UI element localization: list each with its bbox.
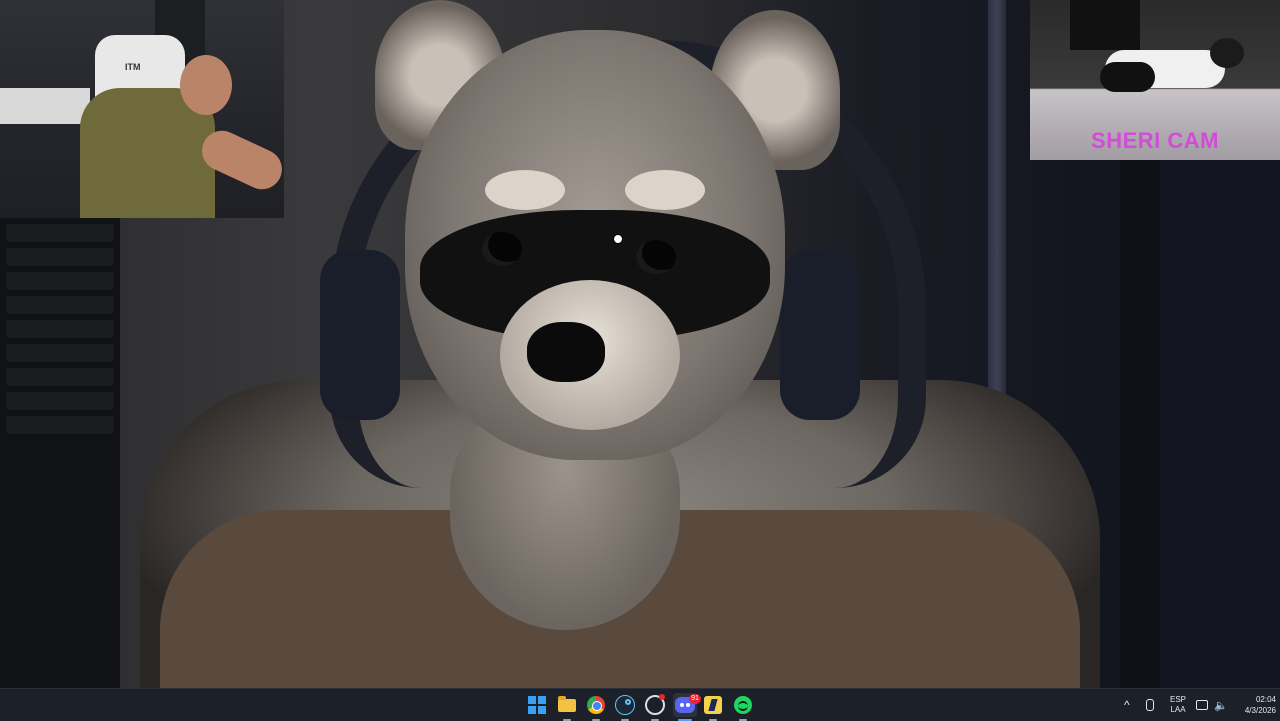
streamer-head [180, 55, 232, 115]
discord-button[interactable]: 91 [673, 693, 701, 721]
raccoon-eye-left [482, 232, 522, 266]
chrome-icon [587, 696, 605, 714]
start-button[interactable] [525, 693, 549, 717]
cat-cam: SHERI CAM [1030, 0, 1280, 160]
keyboard-layout: LAA [1170, 705, 1186, 714]
spotify-icon [734, 696, 752, 714]
network-icon [1196, 700, 1208, 710]
shelf [0, 88, 90, 124]
chrome-button[interactable] [584, 693, 608, 721]
circle-app-button[interactable] [643, 693, 667, 721]
raccoon-eye-right [636, 240, 676, 274]
steam-icon [615, 695, 635, 715]
cat-head [1210, 38, 1244, 68]
quick-settings-button[interactable]: 🔈 [1196, 689, 1228, 721]
input-language-button[interactable]: ESP LAA [1168, 695, 1188, 715]
file-explorer-button[interactable] [555, 693, 579, 721]
chevron-up-icon: ^ [1124, 698, 1130, 712]
clock-button[interactable]: 02:04 4/3/2026 [1224, 694, 1276, 716]
kick-button[interactable] [701, 693, 725, 721]
clock-time: 02:04 [1255, 695, 1276, 704]
steam-button[interactable] [613, 693, 637, 721]
microphone-button[interactable] [1146, 689, 1154, 721]
circle-app-icon [645, 694, 665, 715]
spotify-button[interactable] [731, 693, 755, 721]
dark-shape [1070, 0, 1140, 50]
raccoon-nose [527, 322, 605, 382]
cat-cam-label: SHERI CAM [1091, 128, 1219, 153]
discord-badge: 91 [689, 694, 701, 704]
folder-icon [558, 695, 576, 712]
raccoon-brow-right [625, 170, 705, 210]
raccoon-brow-left [485, 170, 565, 210]
clock-date: 4/3/2026 [1244, 706, 1276, 715]
headphone-cup-left [320, 250, 400, 420]
language-code: ESP [1169, 695, 1186, 704]
kick-icon [704, 696, 722, 714]
background-app-panel-left [0, 218, 120, 688]
discord-icon: 91 [675, 694, 701, 713]
streamer-webcam: ITM [0, 0, 284, 218]
background-app-panel-right [1120, 160, 1280, 688]
show-hidden-icons-button[interactable]: ^ [1124, 689, 1130, 721]
mouse-cursor [613, 234, 623, 244]
windows-icon [528, 696, 546, 714]
chair-logo-text: ITM [125, 62, 141, 72]
cat-patch [1100, 62, 1155, 92]
notification-dot [659, 694, 665, 700]
microphone-icon [1146, 699, 1154, 711]
headphone-cup-right [780, 250, 860, 420]
taskbar: 91 ^ ESP LAA 🔈 02:04 4/3/2026 [0, 688, 1280, 721]
